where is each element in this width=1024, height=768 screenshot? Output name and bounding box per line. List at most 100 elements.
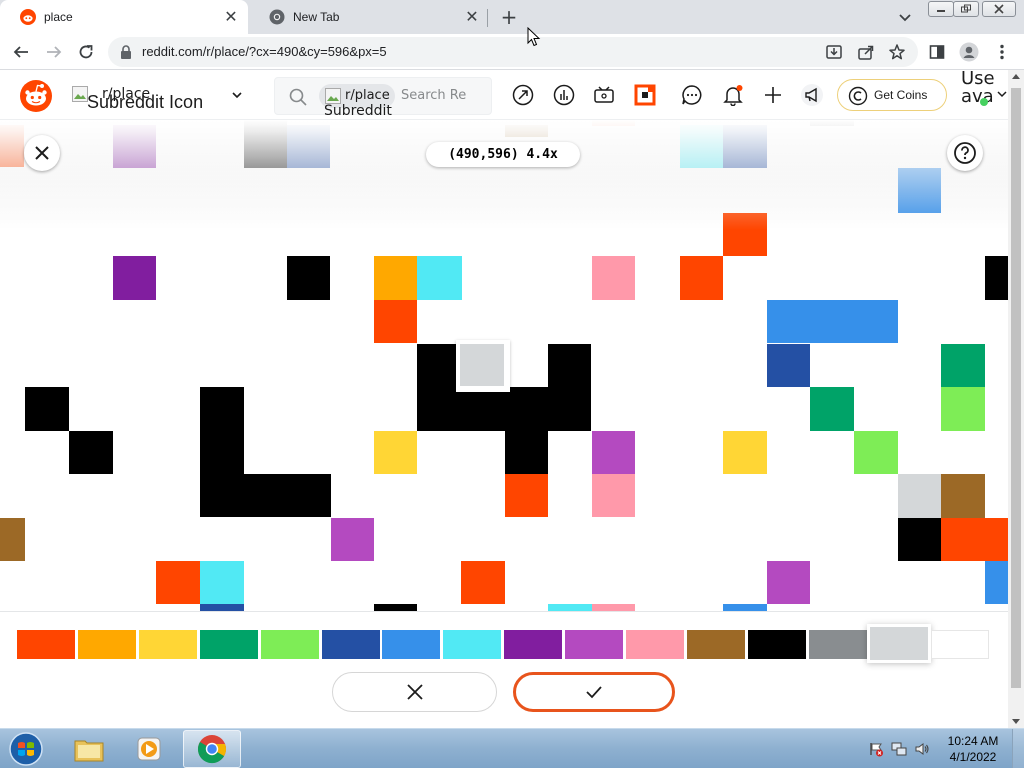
page-scrollbar[interactable] (1008, 70, 1024, 728)
pixel-selection-reticle[interactable] (456, 340, 510, 392)
canvas-pixel (810, 387, 854, 431)
confirm-placement-button[interactable] (513, 672, 675, 712)
window-minimize-button[interactable] (928, 1, 954, 17)
scroll-up-arrow-icon[interactable] (1012, 74, 1020, 79)
tab-search-chevron-icon[interactable] (896, 8, 914, 26)
action-center-flag-icon[interactable] (868, 741, 884, 757)
reddit-live-icon[interactable] (593, 84, 615, 106)
broken-image-icon (325, 88, 341, 104)
place-frame-icon[interactable] (634, 84, 656, 106)
canvas-pixel (767, 300, 898, 343)
color-swatch[interactable] (321, 630, 380, 659)
broken-image-icon (72, 86, 88, 102)
help-button[interactable] (947, 135, 983, 171)
canvas-pixel (113, 256, 156, 300)
browser-tab-strip: place ✕ New Tab ✕ + (0, 0, 1024, 34)
canvas-pixel (810, 120, 854, 126)
all-stats-icon[interactable] (553, 84, 575, 106)
scroll-down-arrow-icon[interactable] (1012, 719, 1020, 724)
reddit-logo-icon[interactable] (20, 80, 52, 112)
color-swatch[interactable] (382, 630, 441, 659)
forward-arrow-icon[interactable] (44, 42, 64, 62)
bookmark-star-icon[interactable] (887, 42, 907, 62)
cancel-placement-button[interactable] (332, 672, 497, 712)
canvas-pixel (244, 474, 331, 517)
canvas-pixel (941, 344, 985, 387)
windows-start-orb-icon[interactable] (4, 731, 48, 767)
canvas-pixel (417, 387, 591, 431)
taskbar-file-explorer[interactable] (60, 730, 118, 768)
canvas-pixel (941, 518, 1008, 561)
canvas-pixel (505, 125, 548, 137)
get-coins-button[interactable]: Get Coins (837, 79, 947, 111)
tab-place[interactable]: place ✕ (0, 0, 248, 34)
close-icon (406, 684, 423, 700)
color-swatch[interactable] (565, 630, 624, 659)
color-swatch[interactable] (686, 630, 745, 659)
tab-title: New Tab (293, 10, 340, 24)
user-menu[interactable]: Use ava (960, 68, 1008, 112)
taskbar-chrome[interactable] (183, 730, 241, 768)
canvas-pixel (592, 474, 635, 517)
tab-new-tab[interactable]: New Tab ✕ (249, 0, 489, 34)
color-swatch[interactable] (869, 627, 928, 660)
tab-close-icon[interactable]: ✕ (463, 8, 481, 26)
canvas-pixel (723, 213, 767, 256)
color-swatch[interactable] (443, 630, 502, 659)
volume-speaker-icon[interactable] (914, 741, 930, 757)
color-swatch[interactable] (77, 630, 136, 659)
taskbar-media-player[interactable] (120, 730, 178, 768)
get-coins-label: Get Coins (874, 88, 928, 102)
window-close-button[interactable] (982, 1, 1016, 17)
tab-close-icon[interactable]: ✕ (222, 8, 240, 26)
window-restore-button[interactable] (953, 1, 979, 17)
back-arrow-icon[interactable] (11, 42, 31, 62)
color-swatch[interactable] (504, 630, 563, 659)
advertise-megaphone-icon[interactable] (801, 84, 823, 106)
canvas-pixel (417, 256, 462, 300)
new-tab-plus-icon[interactable]: + (498, 6, 520, 28)
canvas-pixel (898, 474, 941, 518)
create-post-plus-icon[interactable] (762, 84, 784, 106)
install-app-icon[interactable] (824, 42, 844, 62)
scrollbar-thumb[interactable] (1011, 88, 1021, 688)
canvas-pixel (331, 518, 374, 561)
address-bar[interactable]: reddit.com/r/place/?cx=490&cy=596&px=5 (108, 37, 918, 67)
color-swatch[interactable] (199, 630, 258, 659)
lock-icon[interactable] (120, 45, 132, 59)
canvas-pixel (156, 561, 200, 604)
chrome-icon (197, 735, 226, 764)
share-icon[interactable] (856, 42, 876, 62)
canvas-pixel (25, 387, 69, 431)
reload-icon[interactable] (76, 42, 96, 62)
checkmark-icon (586, 686, 602, 699)
color-swatch[interactable] (626, 630, 684, 659)
color-swatch[interactable] (747, 630, 806, 659)
canvas-pixel (985, 256, 1008, 300)
color-swatch[interactable] (808, 630, 867, 659)
network-icon[interactable] (891, 741, 907, 757)
canvas-pixel (0, 518, 25, 561)
chrome-menu-icon[interactable] (992, 42, 1012, 62)
color-swatch[interactable] (260, 630, 319, 659)
color-swatch[interactable] (17, 630, 75, 659)
reticle-preview-pixel (460, 344, 504, 386)
canvas-pixel (898, 168, 941, 213)
canvas-pixel (505, 474, 548, 517)
help-question-icon (954, 142, 976, 164)
color-swatch[interactable] (930, 630, 989, 659)
clock-date: 4/1/2022 (949, 750, 997, 764)
profile-avatar-icon[interactable] (959, 42, 979, 62)
notification-bell-icon[interactable] (722, 84, 744, 106)
side-panel-icon[interactable] (927, 42, 947, 62)
mouse-cursor-icon (527, 27, 541, 47)
close-icon (35, 146, 49, 160)
color-swatch[interactable] (138, 630, 197, 659)
popular-arrow-icon[interactable] (512, 84, 534, 106)
system-clock[interactable]: 10:24 AM 4/1/2022 (938, 733, 1008, 765)
canvas-pixel (592, 256, 635, 300)
canvas-pixel (0, 125, 24, 167)
chat-icon[interactable] (681, 84, 703, 106)
close-place-button[interactable] (24, 135, 60, 171)
show-desktop-button[interactable] (1012, 729, 1024, 768)
